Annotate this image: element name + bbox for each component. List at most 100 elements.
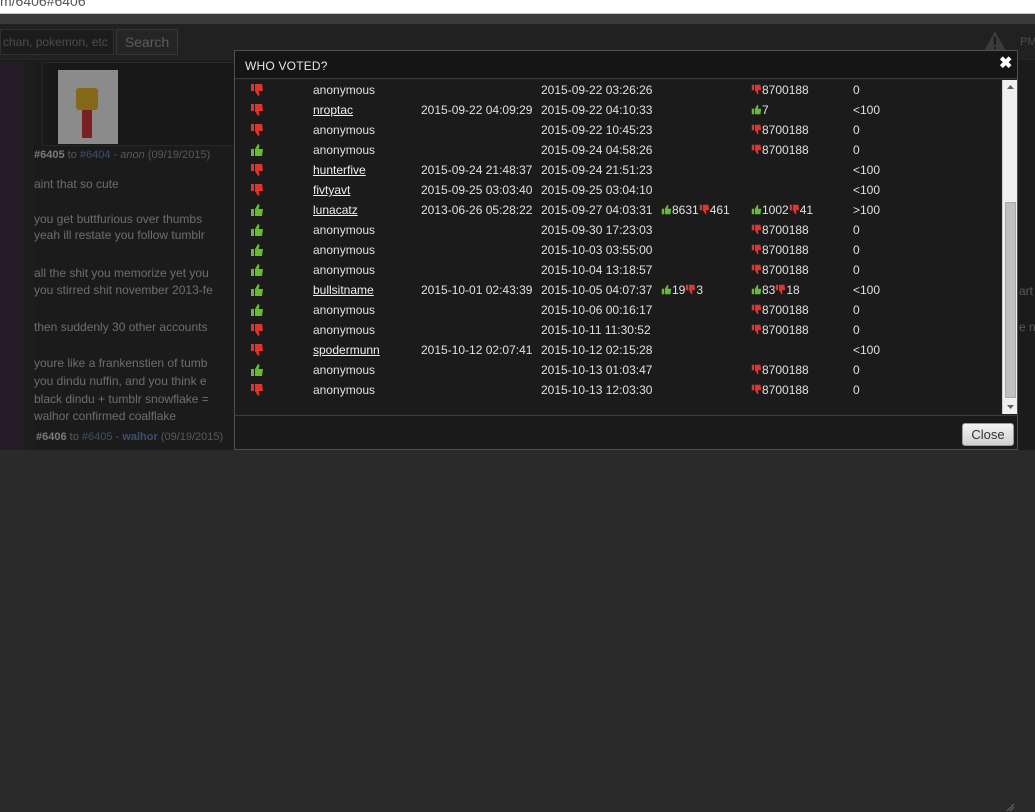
voter-username: anonymous [313, 223, 376, 237]
thumbs-down-icon [699, 201, 710, 215]
vote-timestamp: 2015-10-03 03:55:00 [541, 243, 653, 257]
vote-row: hunterfive 2015-09-24 21:48:37 2015-09-24 … [235, 160, 1001, 180]
post-up-count: 8631 [672, 203, 699, 217]
user-vote-counts: 83 18 [751, 280, 800, 300]
voter-rank: 0 [853, 383, 860, 397]
thumbs-down-icon [751, 221, 762, 235]
voter-username: anonymous [313, 83, 376, 97]
voter-rank: <100 [853, 283, 881, 297]
dialog-header[interactable]: WHO VOTED? ✖ [235, 51, 1017, 79]
user-down-count: 8700188 [762, 223, 809, 237]
vote-timestamp: 2015-10-04 13:18:57 [541, 263, 653, 277]
voter-username-link[interactable]: hunterfive [313, 160, 366, 180]
vote-timestamp: 2015-10-13 01:03:47 [541, 363, 653, 377]
voter-username-link[interactable]: bullsitname [313, 280, 374, 300]
votes-scrollbar[interactable] [1002, 80, 1017, 414]
thumbs-up-icon [250, 223, 264, 237]
vote-row: anonymous 2015-10-13 12:03:30 8700188 0 [235, 380, 1001, 400]
thumbs-down-icon [751, 81, 762, 95]
vote-timestamp: 2015-10-12 02:15:28 [541, 343, 653, 357]
vote-timestamp: 2015-09-22 03:26:26 [541, 83, 653, 97]
voter-rank: 0 [853, 303, 860, 317]
thumbs-down-icon [250, 183, 264, 197]
thumbs-up-icon [250, 143, 264, 157]
voter-username: anonymous [313, 143, 376, 157]
user-down-count: 8700188 [762, 383, 809, 397]
voter-rank: 0 [853, 143, 860, 157]
user-down-count: 8700188 [762, 363, 809, 377]
thumbs-up-icon [751, 201, 762, 215]
vote-timestamp: 2015-10-06 00:16:17 [541, 303, 653, 317]
dialog-footer: Close [235, 415, 1017, 812]
close-x-icon[interactable]: ✖ [999, 56, 1012, 72]
thumbs-down-icon [250, 103, 264, 117]
vote-timestamp: 2015-09-24 21:51:23 [541, 163, 653, 177]
thumbs-up-icon [751, 281, 762, 295]
scroll-up-arrow-icon[interactable] [1003, 80, 1018, 94]
thumbs-down-icon [250, 83, 264, 97]
thumbs-down-icon [250, 343, 264, 357]
user-up-count: 7 [762, 103, 769, 117]
vote-timestamp: 2015-09-25 03:04:10 [541, 183, 653, 197]
resize-grip-icon[interactable] [1005, 802, 1015, 812]
user-down-count: 8700188 [762, 323, 809, 337]
voter-username: anonymous [313, 363, 376, 377]
vote-row: anonymous 2015-09-30 17:23:03 8700188 0 [235, 220, 1001, 240]
vote-row: anonymous 2015-09-22 10:45:23 8700188 0 [235, 120, 1001, 140]
user-vote-counts: 8700188 [751, 380, 809, 400]
user-vote-counts: 8700188 [751, 300, 809, 320]
voter-rank: <100 [853, 163, 881, 177]
user-vote-counts: 7 [751, 100, 769, 120]
thumbs-down-icon [250, 383, 264, 397]
user-down-count: 8700188 [762, 243, 809, 257]
thumbs-up-icon [250, 203, 264, 217]
voter-rank: <100 [853, 343, 881, 357]
toolbar-gap [0, 14, 1035, 24]
vote-timestamp: 2015-10-05 04:07:37 [541, 283, 653, 297]
voter-rank: 0 [853, 263, 860, 277]
voter-username-link[interactable]: nroptac [313, 100, 353, 120]
vote-row: anonymous 2015-09-22 03:26:26 8700188 0 [235, 80, 1001, 100]
vote-timestamp: 2015-09-27 04:03:31 [541, 203, 653, 217]
scrollbar-thumb[interactable] [1005, 202, 1016, 398]
thumbs-down-icon [751, 241, 762, 255]
voter-rank: <100 [853, 103, 881, 117]
voter-rank: 0 [853, 83, 860, 97]
voter-username-link[interactable]: fivtyavt [313, 180, 350, 200]
address-bar[interactable]: m/6406#6406 [0, 0, 1035, 14]
vote-row: fivtyavt 2015-09-25 03:03:40 2015-09-25 03… [235, 180, 1001, 200]
thumbs-up-icon [250, 263, 264, 277]
thumbs-down-icon [751, 141, 762, 155]
voter-rank: <100 [853, 183, 881, 197]
post-down-count: 3 [696, 283, 704, 297]
vote-row: bullsitname 2015-10-01 02:43:39 2015-10-05… [235, 280, 1001, 300]
voter-username: anonymous [313, 263, 376, 277]
vote-row: lunacatz 2013-06-26 05:28:22 2015-09-27 04… [235, 200, 1001, 220]
user-vote-counts: 8700188 [751, 140, 809, 160]
post-down-count: 461 [709, 203, 730, 217]
user-down-count: 8700188 [762, 123, 809, 137]
voter-username-link[interactable]: spodermunn [313, 340, 380, 360]
thumbs-up-icon [250, 283, 264, 297]
voter-username: anonymous [313, 323, 376, 337]
voter-username: anonymous [313, 303, 376, 317]
voter-joined-date: 2015-09-25 03:03:40 [421, 183, 533, 197]
voter-username: anonymous [313, 123, 376, 137]
vote-row: anonymous 2015-10-04 13:18:57 8700188 0 [235, 260, 1001, 280]
voter-username-link[interactable]: lunacatz [313, 200, 358, 220]
voter-rank: >100 [853, 203, 881, 217]
vote-timestamp: 2015-10-11 11:30:52 [541, 323, 651, 337]
thumbs-up-icon [661, 281, 672, 295]
scroll-down-arrow-icon[interactable] [1003, 400, 1018, 414]
thumbs-down-icon [751, 301, 762, 315]
thumbs-down-icon [751, 381, 762, 395]
vote-row: nroptac 2015-09-22 04:09:29 2015-09-22 04:… [235, 100, 1001, 120]
user-down-count: 8700188 [762, 303, 809, 317]
thumbs-up-icon [250, 243, 264, 257]
votes-list[interactable]: anonymous 2015-09-22 03:26:26 8700188 0 nrop… [235, 80, 1001, 414]
voter-rank: 0 [853, 123, 860, 137]
user-down-count: 8700188 [762, 143, 809, 157]
close-button[interactable]: Close [962, 423, 1014, 446]
vote-row: anonymous 2015-09-24 04:58:26 8700188 0 [235, 140, 1001, 160]
vote-row: spodermunn 2015-10-12 02:07:41 2015-10-12 … [235, 340, 1001, 360]
